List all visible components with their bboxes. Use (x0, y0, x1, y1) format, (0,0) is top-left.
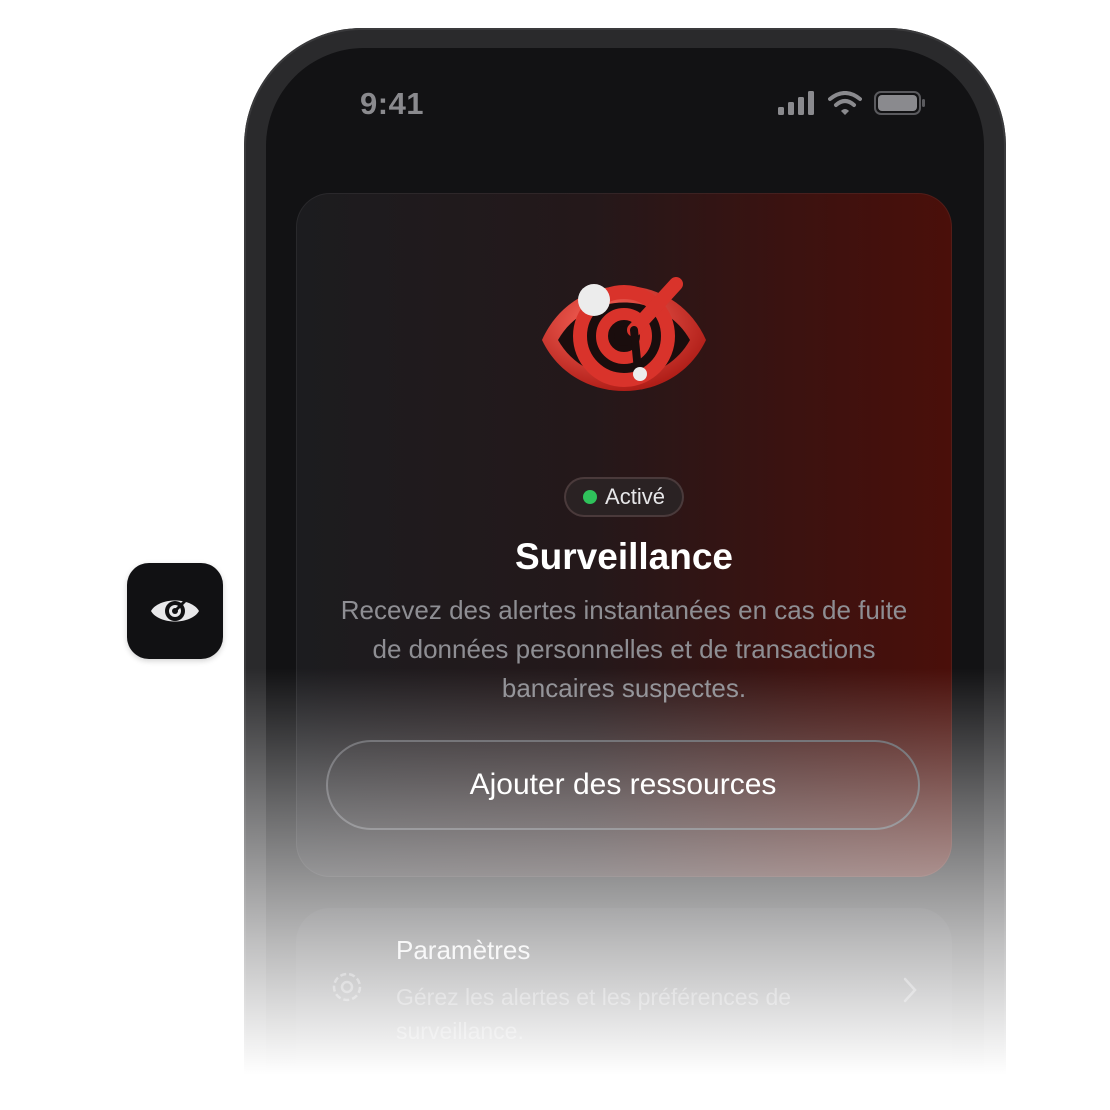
gear-icon (332, 972, 362, 1002)
surveillance-eye-icon (542, 277, 706, 391)
surveillance-card: Activé Surveillance Recevez des alertes … (296, 193, 952, 877)
phone-frame: 9:41 Activé Surveillance Recevez des ale… (244, 28, 1006, 1110)
battery-icon (874, 91, 925, 115)
chevron-right-icon (903, 977, 917, 1003)
phone-screen: 9:41 Activé Surveillance Recevez des ale… (266, 48, 984, 1110)
status-badge-label: Activé (605, 484, 665, 509)
status-dot (583, 490, 598, 504)
card-description: Recevez des alertes instantanées en cas … (340, 595, 908, 703)
surveillance-app-icon[interactable] (127, 563, 223, 659)
settings-row[interactable]: Paramètres Gérez les alertes et les préf… (296, 908, 952, 1110)
status-time: 9:41 (360, 86, 425, 121)
eye-icon (151, 599, 199, 622)
wifi-icon (828, 91, 862, 115)
settings-title: Paramètres (396, 935, 531, 965)
status-icons (778, 91, 926, 115)
signal-icon (778, 91, 814, 115)
settings-subtitle: Gérez les alertes et les préférences de … (396, 984, 792, 1044)
add-resources-button[interactable]: Ajouter des ressources (326, 740, 920, 830)
status-badge: Activé (564, 477, 684, 517)
status-bar: 9:41 (266, 48, 984, 158)
card-title: Surveillance (514, 536, 733, 577)
